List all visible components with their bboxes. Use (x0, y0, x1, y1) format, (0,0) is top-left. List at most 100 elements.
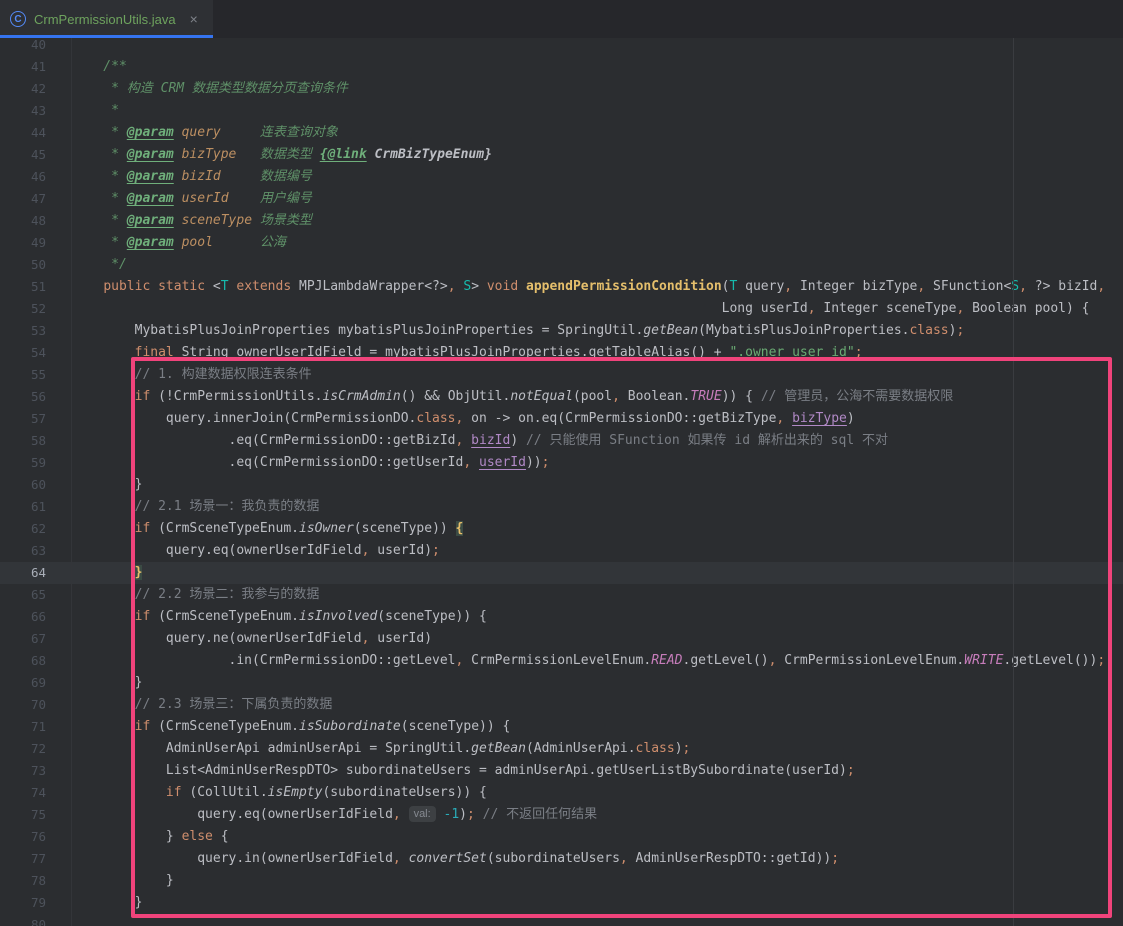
line-number[interactable]: 59 (0, 452, 70, 474)
line-number[interactable]: 73 (0, 760, 70, 782)
close-icon[interactable]: × (190, 11, 198, 27)
code-line: 41 /** (0, 56, 1123, 78)
code-token: Integer sceneType (816, 301, 957, 316)
line-number[interactable]: 78 (0, 870, 70, 892)
line-number[interactable]: 66 (0, 606, 70, 628)
line-number[interactable]: 69 (0, 672, 70, 694)
code-token: convertSet (409, 851, 487, 866)
line-number[interactable]: 68 (0, 650, 70, 672)
line-number[interactable]: 50 (0, 254, 70, 276)
line-number[interactable]: 44 (0, 122, 70, 144)
code-text[interactable]: AdminUserApi adminUserApi = SpringUtil.g… (70, 738, 1123, 760)
code-text[interactable]: } else { (70, 826, 1123, 848)
code-text[interactable]: public static <T extends MPJLambdaWrappe… (70, 276, 1123, 298)
line-number[interactable]: 60 (0, 474, 70, 496)
code-text[interactable]: * (70, 100, 1123, 122)
code-text[interactable]: } (70, 870, 1123, 892)
line-number[interactable]: 65 (0, 584, 70, 606)
code-text[interactable]: if (!CrmPermissionUtils.isCrmAdmin() && … (70, 386, 1123, 408)
line-number[interactable]: 53 (0, 320, 70, 342)
code-token: if (135, 389, 151, 404)
line-number[interactable]: 64 (0, 562, 70, 584)
code-text[interactable]: query.ne(ownerUserIdField, userId) (70, 628, 1123, 650)
code-text[interactable]: final String ownerUserIdField = mybatisP… (70, 342, 1123, 364)
code-text[interactable]: MybatisPlusJoinProperties mybatisPlusJoi… (70, 320, 1123, 342)
tab-crmpermissionutils[interactable]: C CrmPermissionUtils.java × (0, 0, 213, 38)
line-number[interactable]: 41 (0, 56, 70, 78)
line-number[interactable]: 43 (0, 100, 70, 122)
code-text[interactable]: * @param userId 用户编号 (70, 188, 1123, 210)
code-text[interactable]: List<AdminUserRespDTO> subordinateUsers … (70, 760, 1123, 782)
line-number[interactable]: 77 (0, 848, 70, 870)
code-text[interactable]: .eq(CrmPermissionDO::getUserId, userId))… (70, 452, 1123, 474)
code-text[interactable]: } (70, 474, 1123, 496)
code-text[interactable]: } (70, 892, 1123, 914)
code-text[interactable]: if (CollUtil.isEmpty(subordinateUsers)) … (70, 782, 1123, 804)
line-number[interactable]: 52 (0, 298, 70, 320)
code-text[interactable]: } (70, 562, 1123, 584)
code-text[interactable] (70, 914, 1123, 926)
line-number[interactable]: 70 (0, 694, 70, 716)
code-text[interactable]: if (CrmSceneTypeEnum.isOwner(sceneType))… (70, 518, 1123, 540)
line-number[interactable]: 55 (0, 364, 70, 386)
code-text[interactable]: if (CrmSceneTypeEnum.isSubordinate(scene… (70, 716, 1123, 738)
code-line: 73 List<AdminUserRespDTO> subordinateUse… (0, 760, 1123, 782)
code-line: 48 * @param sceneType 场景类型 (0, 210, 1123, 232)
line-number[interactable]: 49 (0, 232, 70, 254)
code-token: (sceneType)) (354, 521, 456, 536)
code-text[interactable]: Long userId, Integer sceneType, Boolean … (70, 298, 1123, 320)
code-text[interactable]: * 构造 CRM 数据类型数据分页查询条件 (70, 78, 1123, 100)
code-line: 72 AdminUserApi adminUserApi = SpringUti… (0, 738, 1123, 760)
code-text[interactable]: // 1. 构建数据权限连表条件 (70, 364, 1123, 386)
line-number[interactable]: 72 (0, 738, 70, 760)
line-number[interactable]: 57 (0, 408, 70, 430)
code-token (72, 719, 135, 734)
code-text[interactable]: * @param bizType 数据类型 {@link CrmBizTypeE… (70, 144, 1123, 166)
code-text[interactable]: query.innerJoin(CrmPermissionDO.class, o… (70, 408, 1123, 430)
code-text[interactable]: * @param query 连表查询对象 (70, 122, 1123, 144)
line-number[interactable]: 61 (0, 496, 70, 518)
line-number[interactable]: 80 (0, 914, 70, 926)
code-token (401, 807, 409, 822)
code-text[interactable]: */ (70, 254, 1123, 276)
code-text[interactable]: query.eq(ownerUserIdField, userId); (70, 540, 1123, 562)
code-text[interactable]: query.in(ownerUserIdField, convertSet(su… (70, 848, 1123, 870)
code-token: (sceneType)) { (377, 609, 487, 624)
line-number[interactable]: 58 (0, 430, 70, 452)
line-number[interactable]: 46 (0, 166, 70, 188)
code-text[interactable]: * @param bizId 数据编号 (70, 166, 1123, 188)
line-number[interactable]: 62 (0, 518, 70, 540)
code-token: ( (722, 279, 730, 294)
line-number[interactable]: 54 (0, 342, 70, 364)
line-number[interactable]: 42 (0, 78, 70, 100)
code-token: (!CrmPermissionUtils. (150, 389, 322, 404)
line-number[interactable]: 67 (0, 628, 70, 650)
line-number[interactable]: 74 (0, 782, 70, 804)
code-text[interactable]: // 2.3 场景三：下属负责的数据 (70, 694, 1123, 716)
code-area[interactable]: 4041 /**42 * 构造 CRM 数据类型数据分页查询条件43 *44 *… (0, 34, 1123, 926)
line-number[interactable]: 51 (0, 276, 70, 298)
code-text[interactable]: * @param sceneType 场景类型 (70, 210, 1123, 232)
code-text[interactable]: query.eq(ownerUserIdField, val: -1); // … (70, 804, 1123, 826)
code-token: @param (127, 191, 174, 206)
code-text[interactable]: // 2.2 场景二：我参与的数据 (70, 584, 1123, 606)
line-number[interactable]: 75 (0, 804, 70, 826)
code-text[interactable]: } (70, 672, 1123, 694)
code-token: if (135, 719, 151, 734)
line-number[interactable]: 71 (0, 716, 70, 738)
code-token: on -> on.eq(CrmPermissionDO::getBizType (463, 411, 776, 426)
line-number[interactable]: 45 (0, 144, 70, 166)
code-token: isSubordinate (299, 719, 401, 734)
code-text[interactable]: * @param pool 公海 (70, 232, 1123, 254)
line-number[interactable]: 48 (0, 210, 70, 232)
code-text[interactable]: // 2.1 场景一：我负责的数据 (70, 496, 1123, 518)
line-number[interactable]: 63 (0, 540, 70, 562)
code-text[interactable]: if (CrmSceneTypeEnum.isInvolved(sceneTyp… (70, 606, 1123, 628)
code-text[interactable]: /** (70, 56, 1123, 78)
line-number[interactable]: 76 (0, 826, 70, 848)
line-number[interactable]: 79 (0, 892, 70, 914)
line-number[interactable]: 47 (0, 188, 70, 210)
code-text[interactable]: .eq(CrmPermissionDO::getBizId, bizId) //… (70, 430, 1123, 452)
line-number[interactable]: 56 (0, 386, 70, 408)
code-text[interactable]: .in(CrmPermissionDO::getLevel, CrmPermis… (70, 650, 1123, 672)
